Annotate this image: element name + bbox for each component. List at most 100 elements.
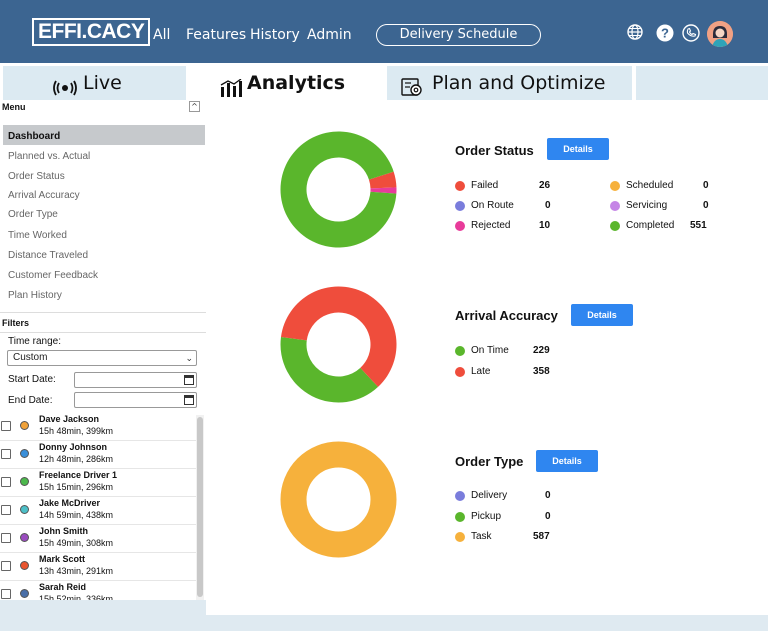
sidebar-item-distance-traveled[interactable]: Distance Traveled xyxy=(8,250,88,261)
scrollbar-thumb[interactable] xyxy=(197,417,203,597)
legend-item: Completed 551 xyxy=(610,220,730,234)
order-status-donut-chart xyxy=(280,131,397,248)
legend-value: 0 xyxy=(703,180,709,191)
order-type-title: Order Type xyxy=(455,454,524,469)
legend-label: Late xyxy=(471,366,491,377)
driver-color-dot xyxy=(20,561,29,570)
driver-checkbox[interactable] xyxy=(1,477,11,487)
tab-live[interactable]: Live xyxy=(3,66,186,100)
delivery-schedule-button[interactable]: Delivery Schedule xyxy=(376,24,541,46)
legend-color-dot xyxy=(455,491,465,501)
legend-value: 587 xyxy=(533,531,550,542)
collapse-menu-icon[interactable]: ^ xyxy=(189,101,200,112)
driver-checkbox[interactable] xyxy=(1,561,11,571)
legend-color-dot xyxy=(455,221,465,231)
user-avatar[interactable] xyxy=(707,21,733,47)
driver-name: John Smith xyxy=(39,526,88,536)
legend-item: Pickup 0 xyxy=(455,511,575,525)
driver-row[interactable]: Dave Jackson 15h 48min, 399km xyxy=(0,413,196,441)
driver-row[interactable]: Sarah Reid 15h 52min, 336km xyxy=(0,581,196,600)
driver-color-dot xyxy=(20,589,29,598)
legend-item: Task 587 xyxy=(455,531,575,545)
sidebar-item-arrival-accuracy[interactable]: Arrival Accuracy xyxy=(8,190,80,201)
globe-icon[interactable] xyxy=(627,24,643,45)
order-type-details-button[interactable]: Details xyxy=(536,450,598,472)
tab-plan-and-optimize-label: Plan and Optimize xyxy=(432,72,606,94)
driver-checkbox[interactable] xyxy=(1,589,11,599)
sidebar-item-planned-vs-actual[interactable]: Planned vs. Actual xyxy=(8,151,90,162)
driver-name: Freelance Driver 1 xyxy=(39,470,118,480)
legend-color-dot xyxy=(455,346,465,356)
legend-label: Pickup xyxy=(471,511,502,522)
driver-name: Donny Johnson xyxy=(39,442,107,452)
tab-plan-and-optimize[interactable]: Plan and Optimize xyxy=(387,66,632,100)
driver-checkbox[interactable] xyxy=(1,505,11,515)
help-icon[interactable]: ? xyxy=(656,24,674,47)
app-logo[interactable]: EFFI.CACY xyxy=(32,18,151,46)
legend-item: Delivery 0 xyxy=(455,490,575,504)
legend-value: 0 xyxy=(545,200,551,211)
legend-label: Completed xyxy=(626,220,675,231)
driver-name: Sarah Reid xyxy=(39,582,87,592)
calendar-icon[interactable] xyxy=(184,395,194,405)
end-date-label: End Date: xyxy=(8,395,53,406)
sidebar-item-customer-feedback[interactable]: Customer Feedback xyxy=(8,270,98,281)
driver-row[interactable]: John Smith 15h 49min, 308km xyxy=(0,525,196,553)
sidebar-item-time-worked[interactable]: Time Worked xyxy=(8,230,67,241)
legend-color-dot xyxy=(610,181,620,191)
driver-row[interactable]: Mark Scott 13h 43min, 291km xyxy=(0,553,196,581)
legend-label: On Route xyxy=(471,200,514,211)
legend-item: Servicing 0 xyxy=(610,200,730,214)
sidebar-item-plan-history[interactable]: Plan History xyxy=(8,290,62,301)
analytics-dashboard: Order Status Details Failed 26 On Route 0 Re… xyxy=(206,100,768,615)
nav-link-admin[interactable]: Admin xyxy=(307,27,352,43)
tab-analytics[interactable]: Analytics xyxy=(190,66,377,100)
driver-color-dot xyxy=(20,533,29,542)
donut-slice-task[interactable] xyxy=(280,441,397,558)
driver-row[interactable]: Jake McDriver 14h 59min, 438km xyxy=(0,497,196,525)
driver-row[interactable]: Donny Johnson 12h 48min, 286km xyxy=(0,441,196,469)
driver-color-dot xyxy=(20,421,29,430)
arrival-accuracy-title: Arrival Accuracy xyxy=(455,308,558,323)
filters-header: Filters xyxy=(2,318,30,328)
top-navigation-bar: EFFI.CACY All Features History Admin Del… xyxy=(0,0,768,63)
driver-stats: 15h 48min, 399km xyxy=(39,426,114,436)
order-status-details-button[interactable]: Details xyxy=(547,138,609,160)
end-date-input[interactable] xyxy=(74,392,197,408)
divider xyxy=(0,332,206,333)
nav-link-history[interactable]: History xyxy=(250,27,300,43)
legend-item: On Route 0 xyxy=(455,200,575,214)
arrival-accuracy-details-button[interactable]: Details xyxy=(571,304,633,326)
nav-link-all[interactable]: All xyxy=(153,27,170,43)
legend-label: Servicing xyxy=(626,200,668,211)
driver-name: Jake McDriver xyxy=(39,498,101,508)
legend-value: 10 xyxy=(539,220,551,231)
footer-strip xyxy=(0,615,768,631)
driver-checkbox[interactable] xyxy=(1,533,11,543)
calendar-icon[interactable] xyxy=(184,375,194,385)
driver-checkbox[interactable] xyxy=(1,449,11,459)
start-date-input[interactable] xyxy=(74,372,197,388)
time-range-label: Time range: xyxy=(8,336,61,347)
driver-stats: 15h 15min, 296km xyxy=(39,482,114,492)
menu-header: Menu xyxy=(2,102,26,112)
driver-list-scrollbar[interactable] xyxy=(196,415,204,600)
chevron-down-icon: ⌄ xyxy=(185,353,193,363)
driver-stats: 12h 48min, 286km xyxy=(39,454,114,464)
time-range-select[interactable]: Custom ⌄ xyxy=(7,350,197,366)
legend-color-dot xyxy=(610,221,620,231)
legend-label: Scheduled xyxy=(626,180,674,191)
sidebar-item-order-type[interactable]: Order Type xyxy=(8,209,58,220)
nav-link-features[interactable]: Features xyxy=(186,27,246,43)
legend-value: 0 xyxy=(703,200,709,211)
phone-icon[interactable] xyxy=(682,24,700,47)
driver-stats: 14h 59min, 438km xyxy=(39,510,114,520)
driver-checkbox[interactable] xyxy=(1,421,11,431)
legend-value: 26 xyxy=(539,180,551,191)
sidebar-item-order-status[interactable]: Order Status xyxy=(8,171,65,182)
legend-item: Scheduled 0 xyxy=(610,180,730,194)
sidebar-item-dashboard[interactable]: Dashboard xyxy=(3,125,205,145)
time-range-value: Custom xyxy=(13,352,48,363)
driver-row[interactable]: Freelance Driver 1 15h 15min, 296km xyxy=(0,469,196,497)
start-date-label: Start Date: xyxy=(8,374,56,385)
